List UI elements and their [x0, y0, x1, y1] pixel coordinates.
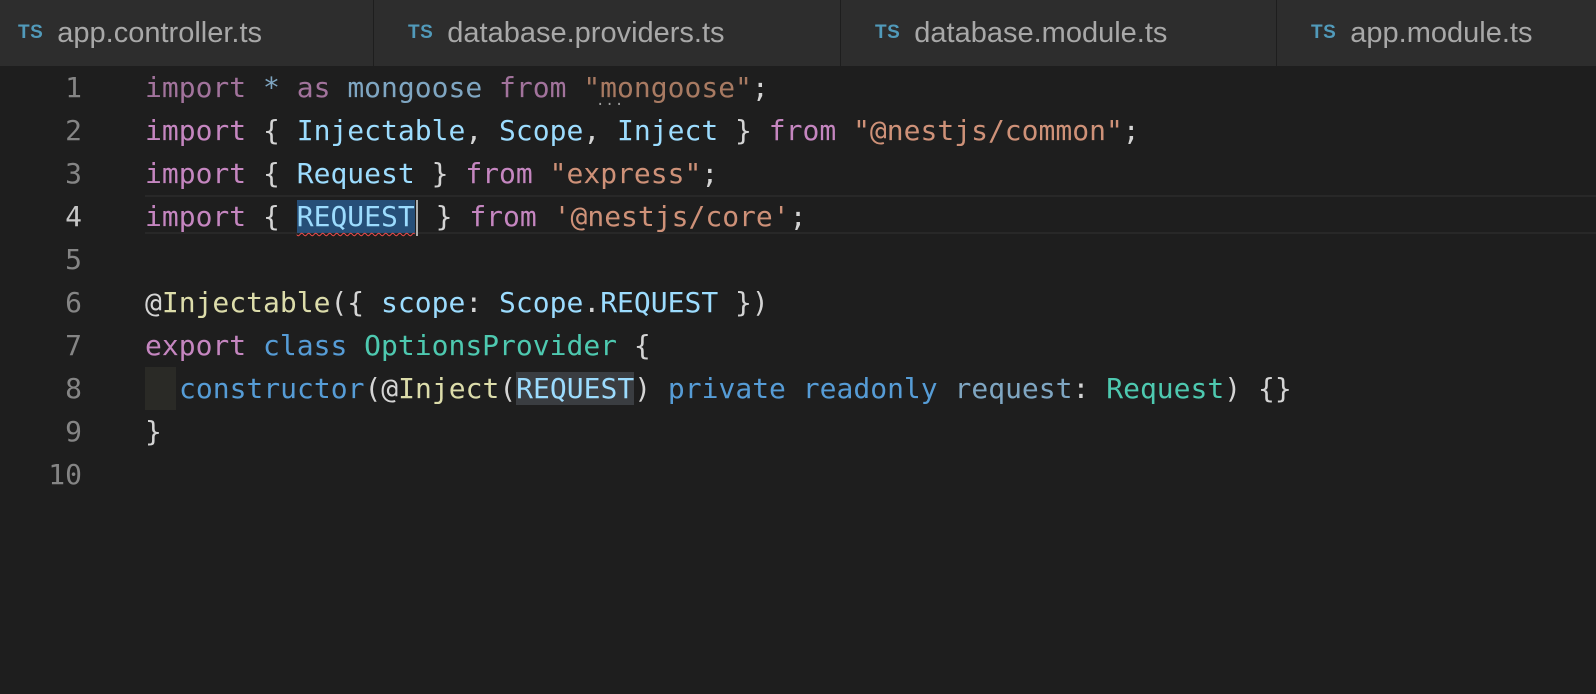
line-number: 9 [65, 415, 82, 448]
line-number: 7 [65, 329, 82, 362]
code-line-3[interactable]: 3 import { Request } from "express"; [0, 152, 1596, 195]
highlighted-occurrence: REQUEST [516, 372, 635, 405]
line-code: export class OptionsProvider { [145, 329, 651, 362]
tab-label: app.controller.ts [57, 16, 263, 49]
line-number: 3 [65, 157, 82, 190]
code-line-9[interactable]: 9 } [0, 410, 1596, 453]
code-line-5[interactable]: 5 [0, 238, 1596, 281]
code-line-10[interactable]: 10 [0, 453, 1596, 496]
tab-database-module[interactable]: TS database.module.ts [841, 0, 1277, 66]
selected-word-error: REQUEST [296, 200, 415, 233]
typescript-file-icon: TS [875, 22, 901, 43]
line-number: 10 [48, 458, 82, 491]
line-code: import { REQUEST } from '@nestjs/core'; [145, 195, 807, 238]
code-line-4[interactable]: 4 import { REQUEST } from '@nestjs/core'… [0, 195, 1596, 238]
line-number: 6 [65, 286, 82, 319]
typescript-file-icon: TS [18, 22, 44, 43]
line-code: constructor(@Inject(REQUEST) private rea… [145, 367, 1292, 410]
indent-guide [145, 367, 176, 410]
code-line-2[interactable]: 2 import { Injectable, Scope, Inject } f… [0, 109, 1596, 152]
code-line-6[interactable]: 6 @Injectable({ scope: Scope.REQUEST }) [0, 281, 1596, 324]
line-code: @Injectable({ scope: Scope.REQUEST }) [145, 286, 769, 319]
line-code: import { Injectable, Scope, Inject } fro… [145, 114, 1140, 147]
line-number: 4 [65, 200, 82, 233]
line-number: 1 [65, 71, 82, 104]
hint-ellipsis[interactable]: ... [596, 94, 624, 108]
typescript-file-icon: TS [408, 22, 434, 43]
line-number: 2 [65, 114, 82, 147]
line-number: 8 [65, 372, 82, 405]
code-line-7[interactable]: 7 export class OptionsProvider { [0, 324, 1596, 367]
code-line-8[interactable]: 8 constructor(@Inject(REQUEST) private r… [0, 367, 1596, 410]
editor-tab-bar: TS app.controller.ts TS database.provide… [0, 0, 1596, 66]
tab-label: database.module.ts [914, 16, 1168, 49]
tab-database-providers[interactable]: TS database.providers.ts [374, 0, 841, 66]
line-code: import { Request } from "express"; [145, 157, 719, 190]
line-code: } [145, 415, 162, 448]
tab-app-module[interactable]: TS app.module.ts [1277, 0, 1596, 66]
tab-label: database.providers.ts [447, 16, 725, 49]
code-line-1[interactable]: 1 import * as mongoose from "mongoose"; … [0, 66, 1596, 109]
tab-app-controller[interactable]: TS app.controller.ts [0, 0, 374, 66]
typescript-file-icon: TS [1311, 22, 1337, 43]
line-code: import * as mongoose from "mongoose"; [145, 71, 769, 104]
text-cursor [415, 200, 418, 236]
tab-label: app.module.ts [1350, 16, 1533, 49]
line-number: 5 [65, 243, 82, 276]
code-editor[interactable]: 1 import * as mongoose from "mongoose"; … [0, 66, 1596, 694]
